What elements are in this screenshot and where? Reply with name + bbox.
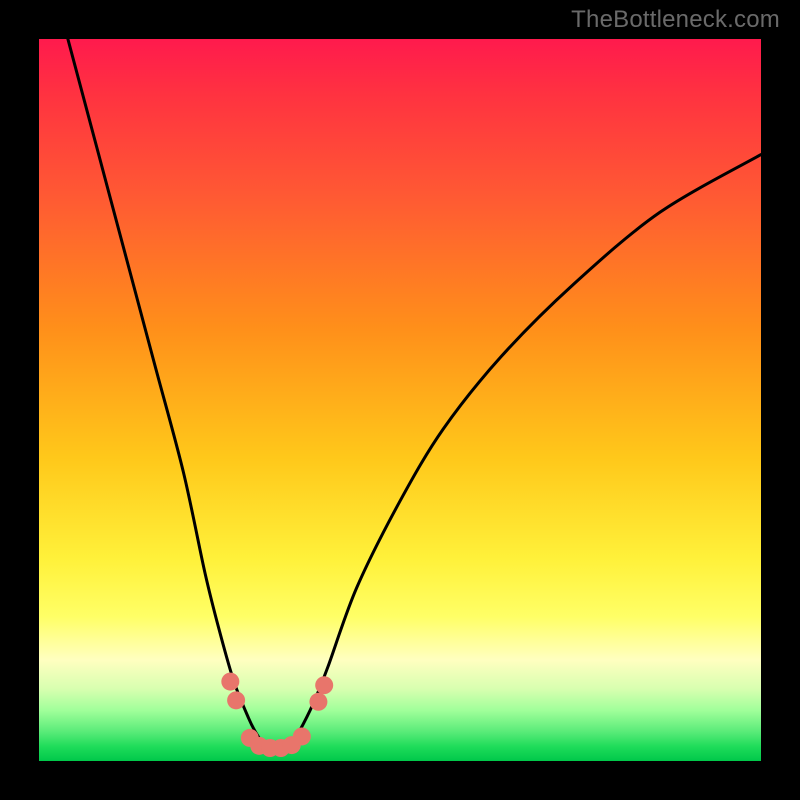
- curve-marker: [293, 727, 311, 745]
- curve-markers: [221, 673, 333, 757]
- bottleneck-curve: [68, 39, 761, 747]
- curve-marker: [309, 693, 327, 711]
- curve-marker: [221, 673, 239, 691]
- curve-marker: [227, 691, 245, 709]
- watermark-text: TheBottleneck.com: [571, 6, 780, 34]
- plot-area: [39, 39, 761, 761]
- curve-marker: [315, 676, 333, 694]
- chart-frame: TheBottleneck.com: [0, 0, 800, 800]
- chart-svg: [39, 39, 761, 761]
